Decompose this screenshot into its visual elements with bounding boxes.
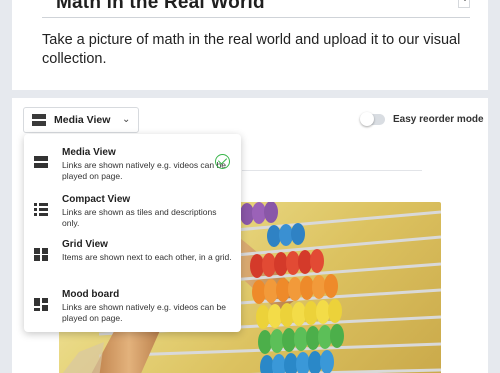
menu-item-desc: Links are shown as tiles and description… xyxy=(62,207,217,228)
menu-item-desc: Items are shown next to each other, in a… xyxy=(62,252,232,262)
reorder-label: Easy reorder mode xyxy=(393,114,484,125)
menu-item-title: Media View xyxy=(62,147,116,158)
view-mode-menu: Media View Links are shown natively e.g.… xyxy=(24,134,241,332)
media-view-icon xyxy=(32,114,46,126)
menu-item-desc: Links are shown natively e.g. videos can… xyxy=(62,160,226,181)
menu-item-compact-view[interactable]: Compact View Links are shown as tiles an… xyxy=(24,194,241,242)
menu-item-media-view[interactable]: Media View Links are shown natively e.g.… xyxy=(24,147,241,195)
divider xyxy=(242,170,422,171)
view-mode-label: Media View xyxy=(54,114,111,126)
menu-item-title: Mood board xyxy=(62,289,120,300)
view-mode-button[interactable]: Media View ⌄ xyxy=(23,107,139,133)
post-header-card: Math in the Real World Take a picture of… xyxy=(12,0,488,90)
menu-item-title: Grid View xyxy=(62,239,108,250)
title-field[interactable]: Math in the Real World xyxy=(42,0,470,18)
post-title: Math in the Real World xyxy=(56,0,265,13)
menu-item-grid-view[interactable]: Grid View Items are shown next to each o… xyxy=(24,239,241,287)
reorder-toggle[interactable] xyxy=(360,112,385,126)
menu-item-title: Compact View xyxy=(62,194,131,205)
selected-check-icon xyxy=(215,154,230,169)
mood-board-icon xyxy=(34,298,48,311)
grid-view-icon xyxy=(34,248,48,261)
menu-item-desc: Links are shown natively e.g. videos can… xyxy=(62,302,226,323)
chevron-down-icon: ⌄ xyxy=(122,114,131,125)
toggle-knob xyxy=(360,112,374,126)
media-view-icon xyxy=(34,156,48,169)
title-dropdown-icon[interactable] xyxy=(458,0,470,8)
post-description: Take a picture of math in the real world… xyxy=(42,32,461,67)
menu-item-mood-board[interactable]: Mood board Links are shown natively e.g.… xyxy=(24,289,241,337)
compact-view-icon xyxy=(34,203,48,216)
